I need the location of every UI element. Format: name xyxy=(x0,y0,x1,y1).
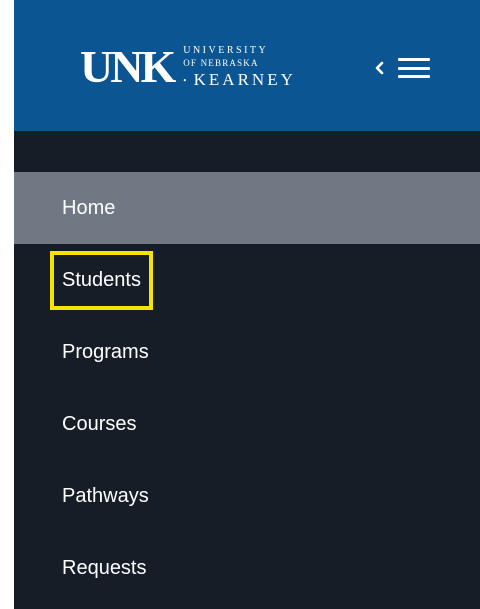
sidebar: UNK UNIVERSITY OF NEBRASKA • KEARNEY Hom… xyxy=(14,0,480,609)
hamburger-bar xyxy=(398,66,430,70)
sidebar-header: UNK UNIVERSITY OF NEBRASKA • KEARNEY xyxy=(14,0,480,131)
sidebar-item-students[interactable]: Students xyxy=(14,244,480,316)
sidebar-item-programs[interactable]: Programs xyxy=(14,316,480,388)
logo-line-kearney: KEARNEY xyxy=(193,70,296,89)
sidebar-nav: Home Students Programs Courses Pathways … xyxy=(14,172,480,604)
sidebar-item-label: Courses xyxy=(62,412,137,435)
unk-logo[interactable]: UNK UNIVERSITY OF NEBRASKA • KEARNEY xyxy=(80,38,296,96)
sidebar-item-requests[interactable]: Requests xyxy=(14,532,480,604)
sidebar-item-home[interactable]: Home xyxy=(14,172,480,244)
logo-line-university: UNIVERSITY xyxy=(183,45,269,56)
sidebar-item-courses[interactable]: Courses xyxy=(14,388,480,460)
logo-line-of-nebraska: OF NEBRASKA xyxy=(183,58,259,68)
chevron-left-icon xyxy=(374,58,388,78)
sidebar-item-label: Programs xyxy=(62,340,149,363)
sidebar-item-label: Home xyxy=(62,196,116,219)
sidebar-item-pathways[interactable]: Pathways xyxy=(14,460,480,532)
hamburger-bar xyxy=(398,75,430,78)
hamburger-bar xyxy=(398,58,430,61)
page: UNK UNIVERSITY OF NEBRASKA • KEARNEY Hom… xyxy=(0,0,480,609)
sidebar-item-label: Students xyxy=(50,250,153,310)
sidebar-item-label: Requests xyxy=(62,556,147,579)
logo-wordmark: UNIVERSITY OF NEBRASKA • KEARNEY xyxy=(183,45,296,89)
sidebar-toggle-button[interactable] xyxy=(374,54,446,82)
logo-dot: • xyxy=(183,75,187,86)
logo-line-kearney-row: • KEARNEY xyxy=(183,71,296,88)
logo-mark: UNK xyxy=(80,41,176,92)
sidebar-item-label: Pathways xyxy=(62,484,149,507)
hamburger-menu-icon xyxy=(398,58,430,78)
